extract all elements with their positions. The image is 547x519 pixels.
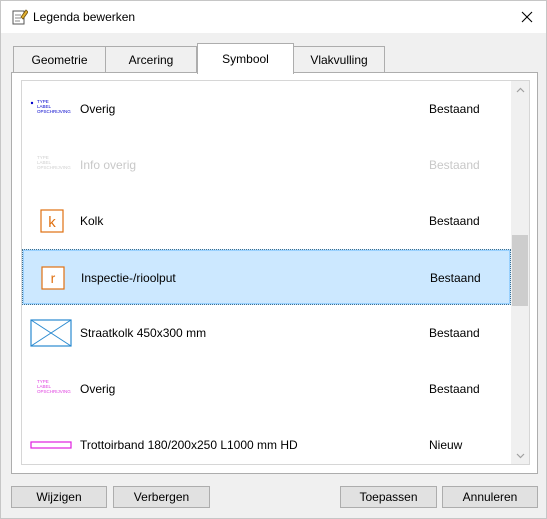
item-status: Bestaand: [429, 102, 480, 116]
wijzigen-button[interactable]: Wijzigen: [11, 486, 107, 508]
item-name: Overig: [80, 102, 116, 116]
item-status: Nieuw: [429, 438, 463, 452]
kolk-icon: k: [29, 205, 75, 237]
vertical-scrollbar[interactable]: [511, 81, 529, 464]
item-status: Bestaand: [429, 158, 480, 172]
trottoirband-icon: [29, 429, 75, 461]
straatkolk-icon: [29, 317, 75, 349]
symbol-text: k: [48, 214, 56, 231]
item-status: Bestaand: [429, 382, 480, 396]
dialog-window: Legenda bewerken Geometrie Arcering Symb…: [0, 0, 547, 519]
item-name: Trottoirband 180/200x250 L1000 mm HD: [80, 438, 298, 452]
list-item-selected[interactable]: r Inspectie-/rioolput Bestaand: [22, 249, 511, 305]
item-status: Bestaand: [430, 271, 481, 285]
label-text-icon: TYPE LABEL OPSCHRIJVING: [29, 149, 75, 181]
window-title: Legenda bewerken: [33, 10, 136, 24]
label-text-icon: TYPE LABEL OPSCHRIJVING: [29, 373, 75, 405]
list-item[interactable]: Trottoirband 180/200x250 L1000 mm HD Nie…: [22, 417, 511, 464]
annuleren-button[interactable]: Annuleren: [442, 486, 538, 508]
item-name: Straatkolk 450x300 mm: [80, 326, 207, 340]
rioolput-icon: r: [30, 262, 76, 294]
edit-document-icon: [12, 8, 29, 25]
tab-geometrie[interactable]: Geometrie: [13, 46, 106, 73]
list-item[interactable]: k Kolk Bestaand: [22, 193, 511, 249]
symbol-text: r: [51, 270, 56, 286]
tab-vlakvulling[interactable]: Vlakvulling: [293, 46, 385, 73]
close-button[interactable]: [507, 1, 547, 33]
tab-strip: Geometrie Arcering Symbool Vlakvulling: [13, 43, 543, 74]
close-icon: [521, 11, 533, 23]
symbol-text: OPSCHRIJVING: [37, 109, 71, 114]
item-status: Bestaand: [429, 214, 480, 228]
tab-symbool[interactable]: Symbool: [197, 43, 294, 74]
list-item[interactable]: TYPE LABEL OPSCHRIJVING Overig Bestaand: [22, 361, 511, 417]
item-name: Info overig: [80, 158, 137, 172]
item-name: Overig: [80, 382, 116, 396]
scrollbar-thumb[interactable]: [512, 235, 528, 306]
item-name: Inspectie-/rioolput: [81, 271, 176, 285]
item-name: Kolk: [80, 214, 104, 228]
list-item[interactable]: TYPE LABEL OPSCHRIJVING Info overig Best…: [22, 137, 511, 193]
list-item[interactable]: TYPE LABEL OPSCHRIJVING Overig Bestaand: [22, 81, 511, 137]
symbol-text: OPSCHRIJVING: [37, 389, 71, 394]
toepassen-button[interactable]: Toepassen: [340, 486, 437, 508]
list-item[interactable]: Straatkolk 450x300 mm Bestaand: [22, 305, 511, 361]
symbol-list[interactable]: TYPE LABEL OPSCHRIJVING Overig Bestaand …: [21, 80, 530, 465]
scroll-up-button[interactable]: [511, 81, 529, 98]
label-text-icon: TYPE LABEL OPSCHRIJVING: [29, 93, 75, 125]
item-status: Bestaand: [429, 326, 480, 340]
scroll-down-button[interactable]: [511, 447, 529, 464]
title-bar: Legenda bewerken: [1, 1, 546, 33]
tab-arcering[interactable]: Arcering: [105, 46, 197, 73]
chevron-up-icon: [516, 87, 524, 92]
chevron-down-icon: [516, 453, 524, 458]
symbol-text: OPSCHRIJVING: [37, 165, 71, 170]
verbergen-button[interactable]: Verbergen: [113, 486, 210, 508]
symbol-tab-panel: TYPE LABEL OPSCHRIJVING Overig Bestaand …: [11, 72, 538, 474]
